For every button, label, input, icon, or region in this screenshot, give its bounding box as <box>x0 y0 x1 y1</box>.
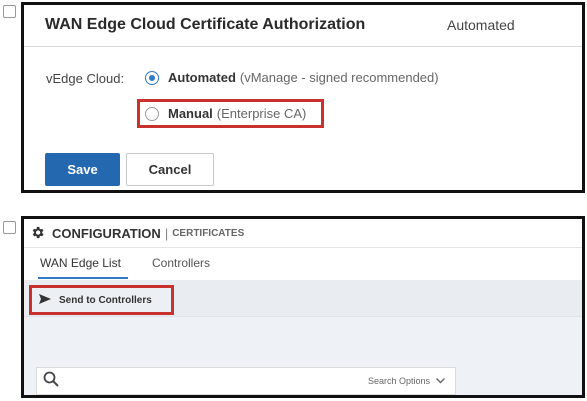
automated-radio[interactable] <box>145 70 159 85</box>
breadcrumb: CONFIGURATION | CERTIFICATES <box>24 219 582 248</box>
panel-header: WAN Edge Cloud Certificate Authorization… <box>24 5 582 47</box>
page-title: CONFIGURATION <box>52 225 161 241</box>
cancel-button[interactable]: Cancel <box>126 153 214 186</box>
search-icon <box>43 371 59 392</box>
send-to-controllers-label: Send to Controllers <box>59 294 152 306</box>
panel-title: WAN Edge Cloud Certificate Authorization <box>45 16 366 33</box>
automated-label: Automated <box>168 70 236 85</box>
vedge-cloud-label: vEdge Cloud: <box>46 71 125 86</box>
send-to-controllers-button[interactable]: Send to Controllers <box>29 285 174 315</box>
tab-wan-edge-list[interactable]: WAN Edge List <box>40 256 121 270</box>
manual-label: Manual <box>168 106 213 121</box>
tab-controllers[interactable]: Controllers <box>152 256 210 270</box>
certificate-authorization-panel: WAN Edge Cloud Certificate Authorization… <box>21 2 585 193</box>
search-input[interactable] <box>65 370 368 392</box>
manual-note: (Enterprise CA) <box>216 106 307 121</box>
row-checkbox-2[interactable] <box>3 221 16 234</box>
search-options-dropdown[interactable]: Search Options <box>368 376 445 386</box>
breadcrumb-separator: | <box>164 225 169 241</box>
option-automated[interactable]: Automated (vManage - signed recommended) <box>145 70 439 85</box>
search-options-label: Search Options <box>367 376 430 386</box>
option-manual[interactable]: Manual (Enterprise CA) <box>145 106 306 121</box>
search-bar: Search Options <box>36 367 456 395</box>
automated-note: (vManage - signed recommended) <box>239 70 439 85</box>
manual-radio[interactable] <box>145 106 159 121</box>
row-checkbox-1[interactable] <box>3 5 16 18</box>
configuration-certificates-panel: CONFIGURATION | CERTIFICATES WAN Edge Li… <box>21 216 585 398</box>
active-tab-indicator <box>38 277 128 279</box>
page-subtitle: CERTIFICATES <box>172 227 245 239</box>
gear-icon <box>30 225 45 242</box>
send-icon <box>39 293 51 307</box>
save-button[interactable]: Save <box>45 153 120 186</box>
authorization-status: Automated <box>447 17 515 33</box>
chevron-down-icon <box>436 376 445 386</box>
